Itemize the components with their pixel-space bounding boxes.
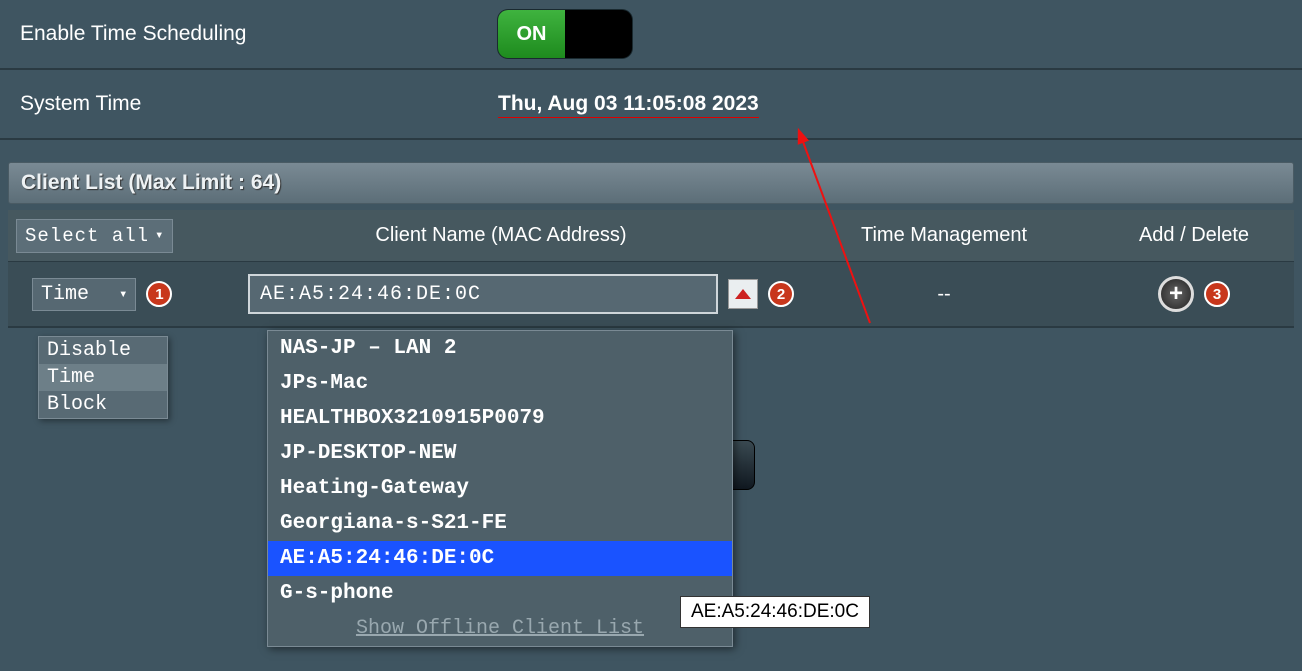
toggle-on-label: ON xyxy=(498,10,565,58)
client-option[interactable]: AE:A5:24:46:DE:0C xyxy=(268,541,732,576)
show-offline-clients-link[interactable]: Show Offline Client List xyxy=(268,611,732,646)
mac-address-input[interactable] xyxy=(248,274,718,314)
col-client-name: Client Name (MAC Address) xyxy=(208,224,794,247)
col-add-delete: Add / Delete xyxy=(1094,224,1294,247)
column-headers: Select all ▾ Client Name (MAC Address) T… xyxy=(8,210,1294,262)
add-button[interactable]: + xyxy=(1158,276,1194,312)
client-dropdown-list: NAS-JP – LAN 2JPs-MacHEALTHBOX3210915P00… xyxy=(267,330,733,647)
client-option[interactable]: HEALTHBOX3210915P0079 xyxy=(268,401,732,436)
time-management-value: -- xyxy=(794,283,1094,306)
client-option[interactable]: NAS-JP – LAN 2 xyxy=(268,331,732,366)
mode-dropdown[interactable]: Time ▾ xyxy=(32,278,136,311)
chevron-down-icon: ▾ xyxy=(155,227,164,244)
row-system-time: System Time Thu, Aug 03 11:05:08 2023 xyxy=(0,70,1302,140)
client-row: Time ▾ 1 2 -- + 3 xyxy=(8,262,1294,328)
mode-option[interactable]: Time xyxy=(39,364,167,391)
system-time-value: Thu, Aug 03 11:05:08 2023 xyxy=(498,92,759,118)
mac-tooltip: AE:A5:24:46:DE:0C xyxy=(680,596,870,628)
toggle-off-side xyxy=(565,10,632,58)
client-option[interactable]: Georgiana-s-S21-FE xyxy=(268,506,732,541)
select-all-label: Select all xyxy=(25,225,149,247)
client-option[interactable]: Heating-Gateway xyxy=(268,471,732,506)
scheduling-toggle[interactable]: ON xyxy=(498,10,632,58)
col-time-management: Time Management xyxy=(794,224,1094,247)
mode-option[interactable]: Disable xyxy=(39,337,167,364)
col-select-all: Select all ▾ xyxy=(8,219,208,253)
annotation-badge-1: 1 xyxy=(146,281,172,307)
client-option[interactable]: JP-DESKTOP-NEW xyxy=(268,436,732,471)
system-time-value-cell: Thu, Aug 03 11:05:08 2023 xyxy=(470,92,1302,116)
mode-option[interactable]: Block xyxy=(39,391,167,418)
select-all-dropdown[interactable]: Select all ▾ xyxy=(16,219,173,253)
row-enable-scheduling: Enable Time Scheduling ON xyxy=(0,0,1302,70)
client-list-header: Client List (Max Limit : 64) xyxy=(8,162,1294,204)
enable-scheduling-label: Enable Time Scheduling xyxy=(0,22,470,46)
system-time-label: System Time xyxy=(0,92,470,116)
enable-scheduling-value: ON xyxy=(470,10,1302,58)
plus-icon: + xyxy=(1169,280,1183,308)
triangle-up-icon xyxy=(735,289,751,299)
mode-dropdown-list: DisableTimeBlock xyxy=(38,336,168,419)
client-option[interactable]: JPs-Mac xyxy=(268,366,732,401)
chevron-down-icon: ▾ xyxy=(119,286,127,303)
annotation-badge-3: 3 xyxy=(1204,281,1230,307)
dropdown-collapse-button[interactable] xyxy=(728,279,758,309)
mode-dropdown-value: Time xyxy=(41,283,89,306)
annotation-badge-2: 2 xyxy=(768,281,794,307)
client-option[interactable]: G-s-phone xyxy=(268,576,732,611)
